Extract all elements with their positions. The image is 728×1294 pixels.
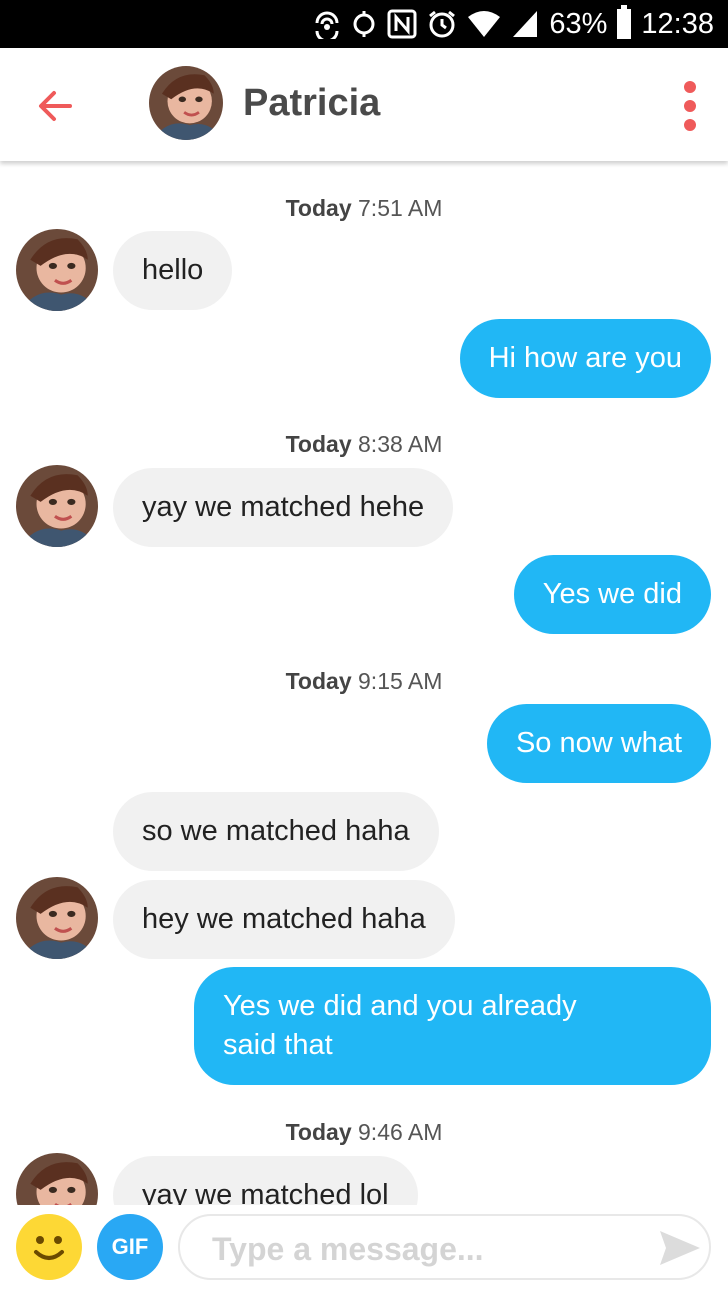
smiley-icon <box>34 1236 64 1260</box>
incoming-message[interactable]: yay we matched lol <box>113 1156 418 1205</box>
incoming-message[interactable]: hey we matched haha <box>113 880 455 959</box>
avatar-image <box>16 877 98 959</box>
outgoing-message[interactable]: Yes we did and you already said that <box>194 967 711 1085</box>
emoji-button[interactable] <box>16 1214 82 1280</box>
battery-percent: 63% <box>549 7 608 40</box>
sender-avatar[interactable] <box>16 877 98 959</box>
sender-avatar[interactable] <box>16 229 98 311</box>
timestamp: Today 9:46 AM <box>285 1119 443 1145</box>
incoming-message[interactable]: yay we matched hehe <box>113 468 454 547</box>
outgoing-message[interactable]: Yes we did <box>513 555 711 634</box>
signal-icon <box>513 11 538 37</box>
more-vert-icon[interactable] <box>676 78 704 134</box>
outgoing-message[interactable]: Hi how are you <box>459 319 711 398</box>
hotspot-icon <box>315 11 339 39</box>
back-arrow-icon[interactable] <box>34 84 78 128</box>
gif-button[interactable]: GIF <box>97 1214 163 1280</box>
compose-bar: GIF <box>0 1205 728 1294</box>
sender-avatar[interactable] <box>16 1153 98 1205</box>
incoming-message[interactable]: hello <box>113 231 233 310</box>
message-list[interactable]: Today 7:51 AM hello Hi how are you Today… <box>0 161 728 1205</box>
contact-name[interactable]: Patricia <box>243 82 380 125</box>
avatar-image <box>16 1153 98 1205</box>
battery-icon <box>617 5 632 39</box>
message-field[interactable] <box>178 1214 711 1280</box>
incoming-message[interactable]: so we matched haha <box>113 792 439 871</box>
contact-avatar[interactable] <box>149 66 223 140</box>
outgoing-message[interactable]: So now what <box>486 704 711 783</box>
nfc-icon <box>387 9 417 39</box>
timestamp: Today 9:15 AM <box>285 668 443 694</box>
chat-header: Patricia <box>0 48 728 161</box>
timestamp: Today 8:38 AM <box>285 431 443 457</box>
avatar-image <box>149 66 223 140</box>
location-icon <box>353 11 375 37</box>
avatar-image <box>16 465 98 547</box>
status-bar: 63% 12:38 <box>0 0 728 48</box>
sender-avatar[interactable] <box>16 465 98 547</box>
clock: 12:38 <box>641 7 714 40</box>
send-icon[interactable] <box>658 1229 702 1267</box>
message-input[interactable] <box>210 1228 634 1270</box>
timestamp: Today 7:51 AM <box>285 195 443 221</box>
alarm-icon <box>429 10 456 38</box>
avatar-image <box>16 229 98 311</box>
wifi-icon <box>468 11 501 37</box>
